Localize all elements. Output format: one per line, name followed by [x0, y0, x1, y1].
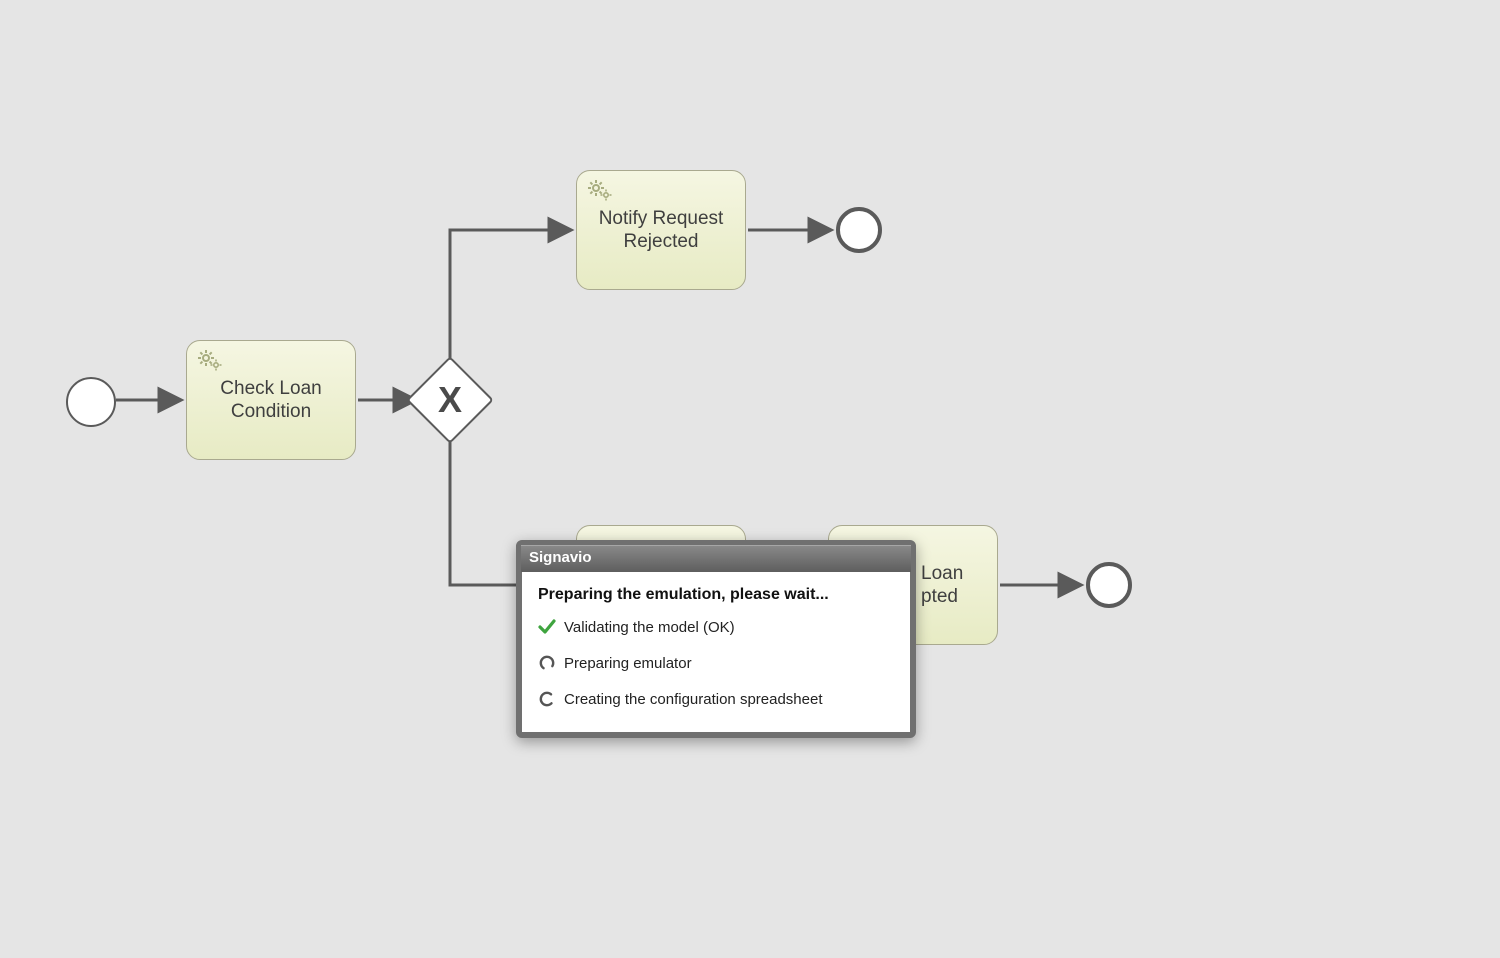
start-event[interactable]	[66, 377, 116, 427]
task-check-loan-condition[interactable]: Check Loan Condition	[186, 340, 356, 460]
spinner-icon	[538, 654, 556, 672]
progress-step-label: Preparing emulator	[564, 655, 692, 672]
connectors-layer	[0, 0, 1500, 958]
task-label: Check Loan Condition	[220, 378, 321, 424]
signavio-progress-dialog: Signavio Preparing the emulation, please…	[516, 540, 916, 738]
task-label-partial: Loan pted	[921, 563, 985, 609]
spinner-icon	[538, 690, 556, 708]
dialog-titlebar[interactable]: Signavio	[521, 545, 911, 572]
exclusive-gateway[interactable]: X	[419, 369, 481, 431]
progress-step-config: Creating the configuration spreadsheet	[538, 690, 894, 708]
task-notify-request-rejected[interactable]: Notify Request Rejected	[576, 170, 746, 290]
end-event-bottom[interactable]	[1086, 562, 1132, 608]
service-task-icon	[587, 179, 615, 203]
dialog-heading: Preparing the emulation, please wait...	[538, 586, 894, 604]
progress-step-prepare: Preparing emulator	[538, 654, 894, 672]
gateway-x-label: X	[419, 369, 481, 431]
checkmark-icon	[538, 618, 556, 636]
progress-step-validate: Validating the model (OK)	[538, 618, 894, 636]
bpmn-canvas[interactable]: Check Loan Condition X	[0, 0, 1500, 958]
progress-step-label: Validating the model (OK)	[564, 619, 735, 636]
progress-step-label: Creating the configuration spreadsheet	[564, 691, 823, 708]
task-label: Notify Request Rejected	[599, 208, 724, 254]
end-event-top[interactable]	[836, 207, 882, 253]
dialog-body: Preparing the emulation, please wait... …	[522, 572, 910, 732]
service-task-icon	[197, 349, 225, 373]
dialog-title: Signavio	[529, 549, 592, 566]
